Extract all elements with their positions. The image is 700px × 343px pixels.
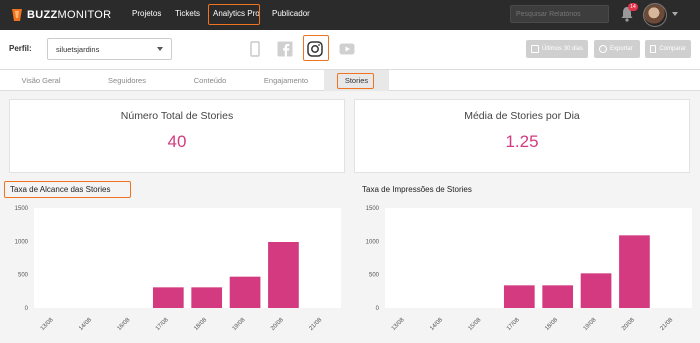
compare-label: Comparar <box>659 46 686 52</box>
tab-conteudo[interactable]: Conteúdo <box>172 70 248 91</box>
x-tick-label: 14/08 <box>429 317 444 332</box>
x-tick-label: 21/08 <box>308 317 323 332</box>
x-tick-label: 19/08 <box>583 317 598 332</box>
x-tick-label: 17/08 <box>155 317 170 332</box>
y-tick-label: 1000 <box>366 239 380 245</box>
period-label: Últimos 30 dias <box>542 46 584 52</box>
x-tick-label: 14/08 <box>78 317 93 332</box>
y-tick-label: 0 <box>376 306 380 312</box>
tab-engajamento[interactable]: Engajamento <box>248 70 324 91</box>
notification-badge: 14 <box>628 3 638 11</box>
y-tick-label: 500 <box>18 273 29 279</box>
card-value: 40 <box>167 132 187 151</box>
bar[interactable] <box>619 235 650 308</box>
facebook-icon[interactable] <box>277 41 293 57</box>
reach-rate-chart: 0 500 1000 1500 13/08 14/08 16/08 17/08 18/08 19/… <box>15 206 341 332</box>
instagram-stories-icon[interactable] <box>247 41 263 57</box>
profile-bar: Perfil: siluetsjardins Últimos 30 dias E… <box>0 30 700 70</box>
x-tick-label: 20/08 <box>270 317 285 332</box>
tab-seguidores[interactable]: Seguidores <box>82 70 172 91</box>
card-value: 1.25 <box>505 132 539 151</box>
x-tick-label: 21/08 <box>659 317 674 332</box>
bar[interactable] <box>503 285 535 308</box>
avg-stories-card: Média de Stories por Dia 1.25 <box>354 99 690 173</box>
x-tick-label: 13/08 <box>40 317 55 332</box>
calendar-icon <box>531 45 539 53</box>
cloud-download-icon <box>599 45 607 53</box>
avatar[interactable] <box>643 3 667 27</box>
y-tick-label: 0 <box>25 306 29 312</box>
x-tick-label: 18/08 <box>544 317 559 332</box>
nav-item-publicador[interactable]: Publicador <box>272 9 310 18</box>
export-button[interactable]: Exportar <box>594 40 640 58</box>
period-button[interactable]: Últimos 30 dias <box>526 40 588 58</box>
card-title: Média de Stories por Dia <box>464 110 580 122</box>
export-label: Exportar <box>610 46 633 52</box>
y-tick-label: 1500 <box>15 206 29 212</box>
x-tick-label: 17/08 <box>506 317 521 332</box>
total-stories-card: Número Total de Stories 40 <box>9 99 345 173</box>
x-tick-label: 18/08 <box>193 317 208 332</box>
chevron-down-icon <box>157 47 163 51</box>
top-bar: BUZZMONITOR Projetos Tickets Analytics P… <box>0 0 700 30</box>
bar[interactable] <box>542 285 574 308</box>
search-input[interactable] <box>510 5 609 23</box>
y-tick-label: 1000 <box>15 239 29 245</box>
buzzmonitor-logo[interactable]: BUZZMONITOR <box>10 7 111 23</box>
chart-title-highlight <box>4 181 131 198</box>
tab-visao-geral[interactable]: Visão Geral <box>0 70 82 91</box>
active-nav-highlight <box>208 4 260 25</box>
buzzmonitor-logo-icon <box>12 9 22 21</box>
chevron-down-icon[interactable] <box>672 12 678 16</box>
perfil-label: Perfil: <box>9 44 32 53</box>
x-tick-label: 16/08 <box>116 317 131 332</box>
chart-title-impressoes: Taxa de Impressões de Stories <box>362 185 472 194</box>
compare-button[interactable]: Comparar <box>645 40 691 58</box>
profile-select-value: siluetsjardins <box>56 45 100 54</box>
x-tick-label: 13/08 <box>391 317 406 332</box>
x-tick-label: 19/08 <box>232 317 247 332</box>
nav-item-tickets[interactable]: Tickets <box>175 9 200 18</box>
y-tick-label: 1500 <box>366 206 380 212</box>
impressions-rate-chart: 0 500 1000 1500 13/08 14/08 15/08 17/08 18/08 19/… <box>366 206 692 332</box>
bar[interactable] <box>580 273 612 308</box>
compare-icon <box>650 45 657 53</box>
youtube-icon[interactable] <box>339 41 355 57</box>
x-tick-label: 20/08 <box>621 317 636 332</box>
active-tab-highlight <box>337 73 374 89</box>
y-tick-label: 500 <box>369 273 380 279</box>
card-title: Número Total de Stories <box>120 110 234 122</box>
bar[interactable] <box>152 287 184 308</box>
active-network-highlight <box>303 35 329 61</box>
x-tick-label: 15/08 <box>467 317 482 332</box>
logo-text: BUZZMONITOR <box>27 9 112 21</box>
bar[interactable] <box>191 287 223 308</box>
bar[interactable] <box>268 242 299 308</box>
nav-item-projetos[interactable]: Projetos <box>132 9 161 18</box>
bar[interactable] <box>229 276 261 308</box>
profile-select[interactable]: siluetsjardins <box>47 38 172 60</box>
